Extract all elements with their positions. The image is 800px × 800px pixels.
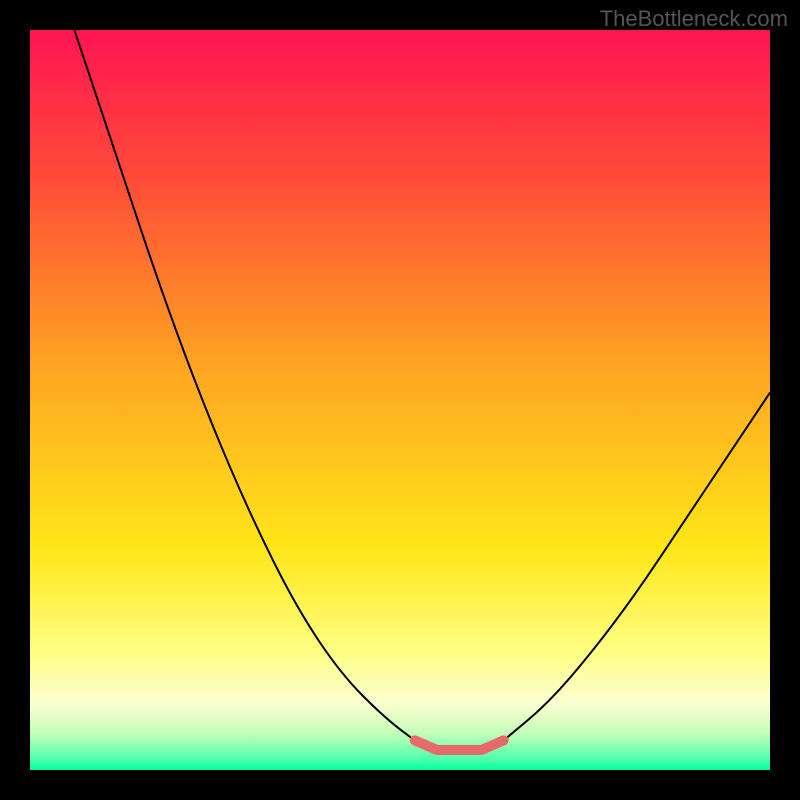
- anomaly-marker: [415, 740, 504, 750]
- curve-layer: [30, 30, 770, 770]
- plot-area: [30, 30, 770, 770]
- watermark-text: TheBottleneck.com: [600, 6, 788, 32]
- curve-right: [504, 393, 770, 741]
- curve-left: [74, 30, 414, 740]
